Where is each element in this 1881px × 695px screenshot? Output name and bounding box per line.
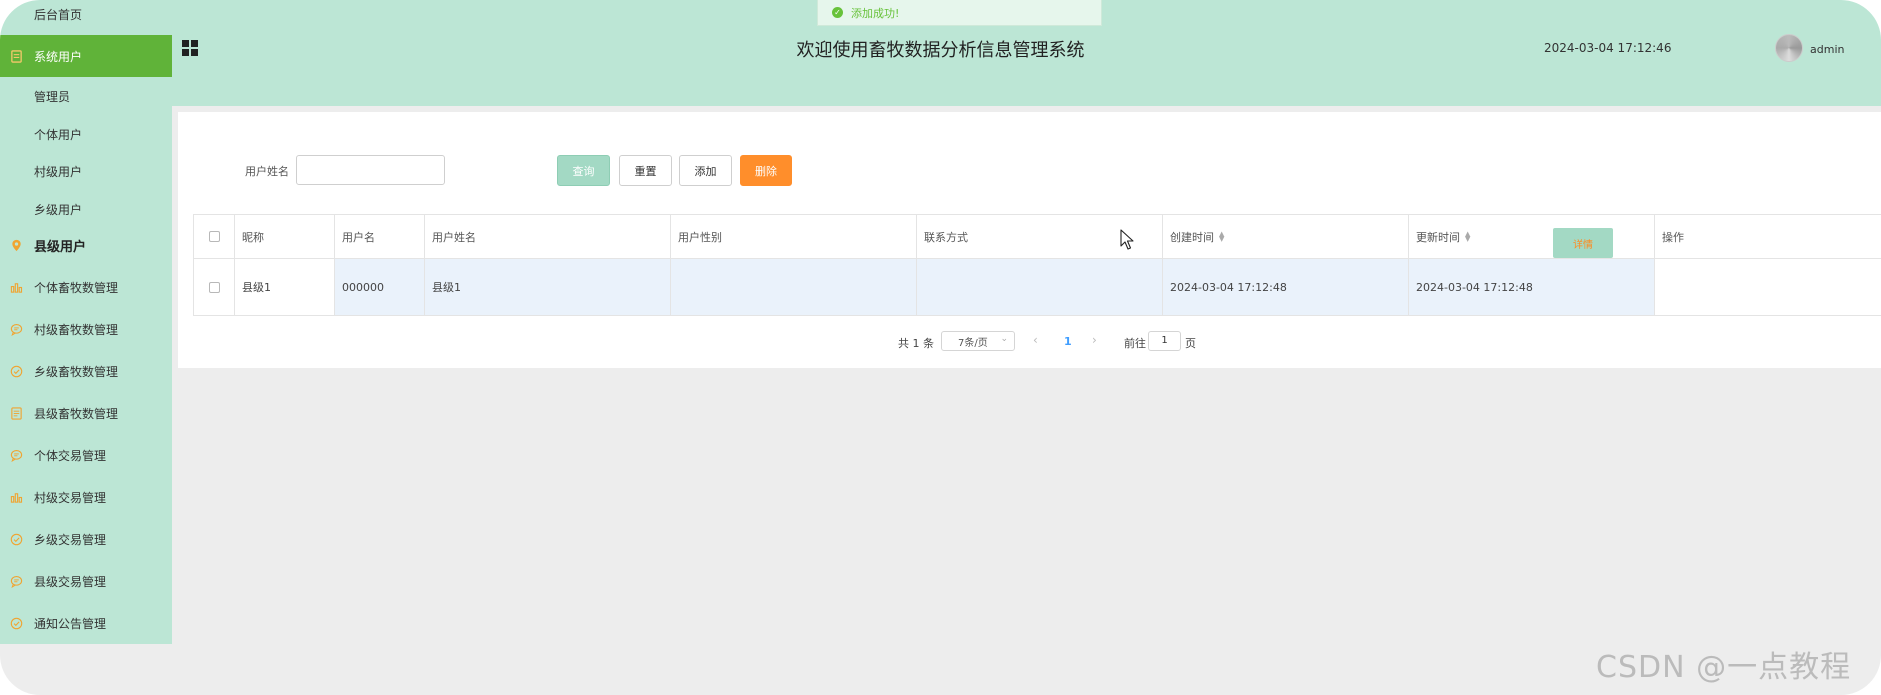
goto-label: 前往 — [1124, 337, 1146, 350]
sidebar-item-label: 乡级用户 — [34, 202, 83, 217]
column-header: 用户名 — [334, 215, 424, 258]
check-circle-icon — [9, 364, 23, 378]
sidebar-item-individual-trade[interactable]: 个体交易管理 — [0, 445, 172, 465]
chat-bubble-icon — [9, 448, 23, 462]
bar-chart-icon — [9, 280, 23, 294]
sidebar-item-county-users[interactable]: 县级用户 — [0, 235, 172, 255]
sidebar-item-label: 村级畜牧数管理 — [34, 322, 119, 337]
toast-message: 添加成功! — [851, 6, 900, 20]
success-toast: ✓ 添加成功! — [817, 0, 1102, 26]
pagination-total: 共 1 条 — [898, 337, 934, 350]
frame-corner — [0, 655, 40, 695]
row-select-cell — [193, 259, 234, 315]
sidebar-item-label: 乡级交易管理 — [34, 532, 107, 547]
sidebar-item-label: 管理员 — [34, 89, 71, 104]
chevron-down-icon: ⌄ — [1000, 334, 1008, 344]
column-header-label: 更新时间 — [1416, 230, 1460, 244]
column-header: 昵称 — [234, 215, 334, 258]
query-button[interactable]: 查询 — [557, 155, 610, 186]
column-header-updated[interactable]: 更新时间 ▲ ▼ — [1408, 215, 1654, 258]
sidebar: 后台首页 系统用户 管理员 个体用户 村级用户 乡级用户 县级用户 个体畜牧数管… — [0, 0, 172, 644]
sidebar-item-village-trade[interactable]: 村级交易管理 — [0, 487, 172, 507]
reset-button[interactable]: 重置 — [619, 155, 672, 186]
location-pin-icon — [9, 238, 23, 252]
prev-page-icon[interactable]: ‹ — [1033, 333, 1038, 347]
sidebar-item-notices[interactable]: 通知公告管理 — [0, 613, 172, 633]
page-suffix-label: 页 — [1185, 337, 1196, 350]
detail-button[interactable]: 详情 — [1553, 228, 1613, 258]
table-header: 昵称 用户名 用户姓名 用户性别 联系方式 创建时间 ▲ ▼ 更新时间 ▲ ▼ 操作 — [193, 214, 1881, 259]
sidebar-item-system-users[interactable]: 系统用户 — [0, 35, 172, 77]
sidebar-item-township-trade[interactable]: 乡级交易管理 — [0, 529, 172, 549]
watermark-text: CSDN @一点教程 — [1596, 650, 1852, 685]
next-page-icon[interactable]: › — [1092, 333, 1097, 347]
page-size-value: 7条/页 — [958, 337, 988, 349]
table-row[interactable]: 县级1 000000 县级1 2024-03-04 17:12:48 2024-… — [193, 259, 1881, 316]
sidebar-item-label: 县级交易管理 — [34, 574, 107, 589]
sidebar-item-label: 系统用户 — [34, 49, 83, 64]
page-number-current[interactable]: 1 — [1064, 335, 1072, 348]
select-all-checkbox[interactable] — [208, 231, 220, 242]
goto-page-input[interactable]: 1 — [1148, 331, 1181, 351]
success-check-icon: ✓ — [832, 7, 843, 18]
sidebar-item-individual-livestock[interactable]: 个体畜牧数管理 — [0, 277, 172, 297]
sidebar-item-label: 县级畜牧数管理 — [34, 406, 119, 421]
bar-chart-icon — [9, 490, 23, 504]
column-header: 操作 — [1654, 215, 1881, 258]
cell-contact — [916, 259, 1162, 315]
sidebar-item-township-users[interactable]: 乡级用户 — [0, 199, 172, 219]
column-header-label: 创建时间 — [1170, 230, 1214, 244]
grid-menu-icon[interactable] — [182, 40, 198, 56]
sidebar-item-home[interactable]: 后台首页 — [0, 0, 172, 29]
mouse-cursor-icon — [1120, 229, 1134, 250]
sidebar-item-label: 个体畜牧数管理 — [34, 280, 119, 295]
sort-caret-icon[interactable]: ▲ ▼ — [1219, 230, 1224, 242]
cell-created: 2024-03-04 17:12:48 — [1162, 259, 1408, 315]
sidebar-item-individual-users[interactable]: 个体用户 — [0, 124, 172, 144]
check-circle-icon — [9, 532, 23, 546]
cell-realname: 县级1 — [424, 259, 670, 315]
sidebar-item-label: 通知公告管理 — [34, 616, 107, 631]
chat-bubble-icon — [9, 322, 23, 336]
add-button[interactable]: 添加 — [679, 155, 732, 186]
row-checkbox[interactable] — [208, 281, 220, 293]
select-all-cell — [193, 215, 234, 258]
sidebar-item-township-livestock[interactable]: 乡级畜牧数管理 — [0, 361, 172, 381]
sidebar-item-label: 个体用户 — [34, 127, 83, 142]
sidebar-item-label: 乡级畜牧数管理 — [34, 364, 119, 379]
sidebar-item-county-livestock[interactable]: 县级畜牧数管理 — [0, 403, 172, 423]
page-size-select[interactable]: 7条/页 ⌄ — [941, 331, 1015, 351]
sidebar-item-label: 县级用户 — [34, 239, 87, 255]
column-header: 用户姓名 — [424, 215, 670, 258]
document-icon — [9, 406, 23, 420]
sidebar-item-label: 村级交易管理 — [34, 490, 107, 505]
delete-button[interactable]: 删除 — [740, 155, 792, 186]
sort-caret-icon[interactable]: ▲ ▼ — [1465, 230, 1470, 242]
check-circle-icon — [9, 616, 23, 630]
sidebar-item-label: 村级用户 — [34, 164, 83, 179]
search-label: 用户姓名 — [245, 165, 289, 178]
sidebar-item-admin[interactable]: 管理员 — [0, 86, 172, 106]
name-search-input[interactable] — [296, 155, 445, 185]
sidebar-item-label: 后台首页 — [34, 8, 83, 22]
chat-bubble-icon — [9, 574, 23, 588]
sidebar-item-village-livestock[interactable]: 村级畜牧数管理 — [0, 319, 172, 339]
cell-nickname: 县级1 — [234, 259, 334, 315]
column-header: 用户性别 — [670, 215, 916, 258]
cell-updated: 2024-03-04 17:12:48 — [1408, 259, 1654, 315]
username-label[interactable]: admin — [1810, 43, 1844, 56]
sidebar-item-county-trade[interactable]: 县级交易管理 — [0, 571, 172, 591]
cell-username: 000000 — [334, 259, 424, 315]
sidebar-item-village-users[interactable]: 村级用户 — [0, 161, 172, 181]
avatar[interactable] — [1775, 34, 1803, 62]
column-header-created[interactable]: 创建时间 ▲ ▼ — [1162, 215, 1408, 258]
header-datetime: 2024-03-04 17:12:46 — [1544, 41, 1672, 55]
sidebar-item-label: 个体交易管理 — [34, 448, 107, 463]
cell-action — [1654, 259, 1881, 315]
document-icon — [9, 49, 23, 63]
cell-gender — [670, 259, 916, 315]
